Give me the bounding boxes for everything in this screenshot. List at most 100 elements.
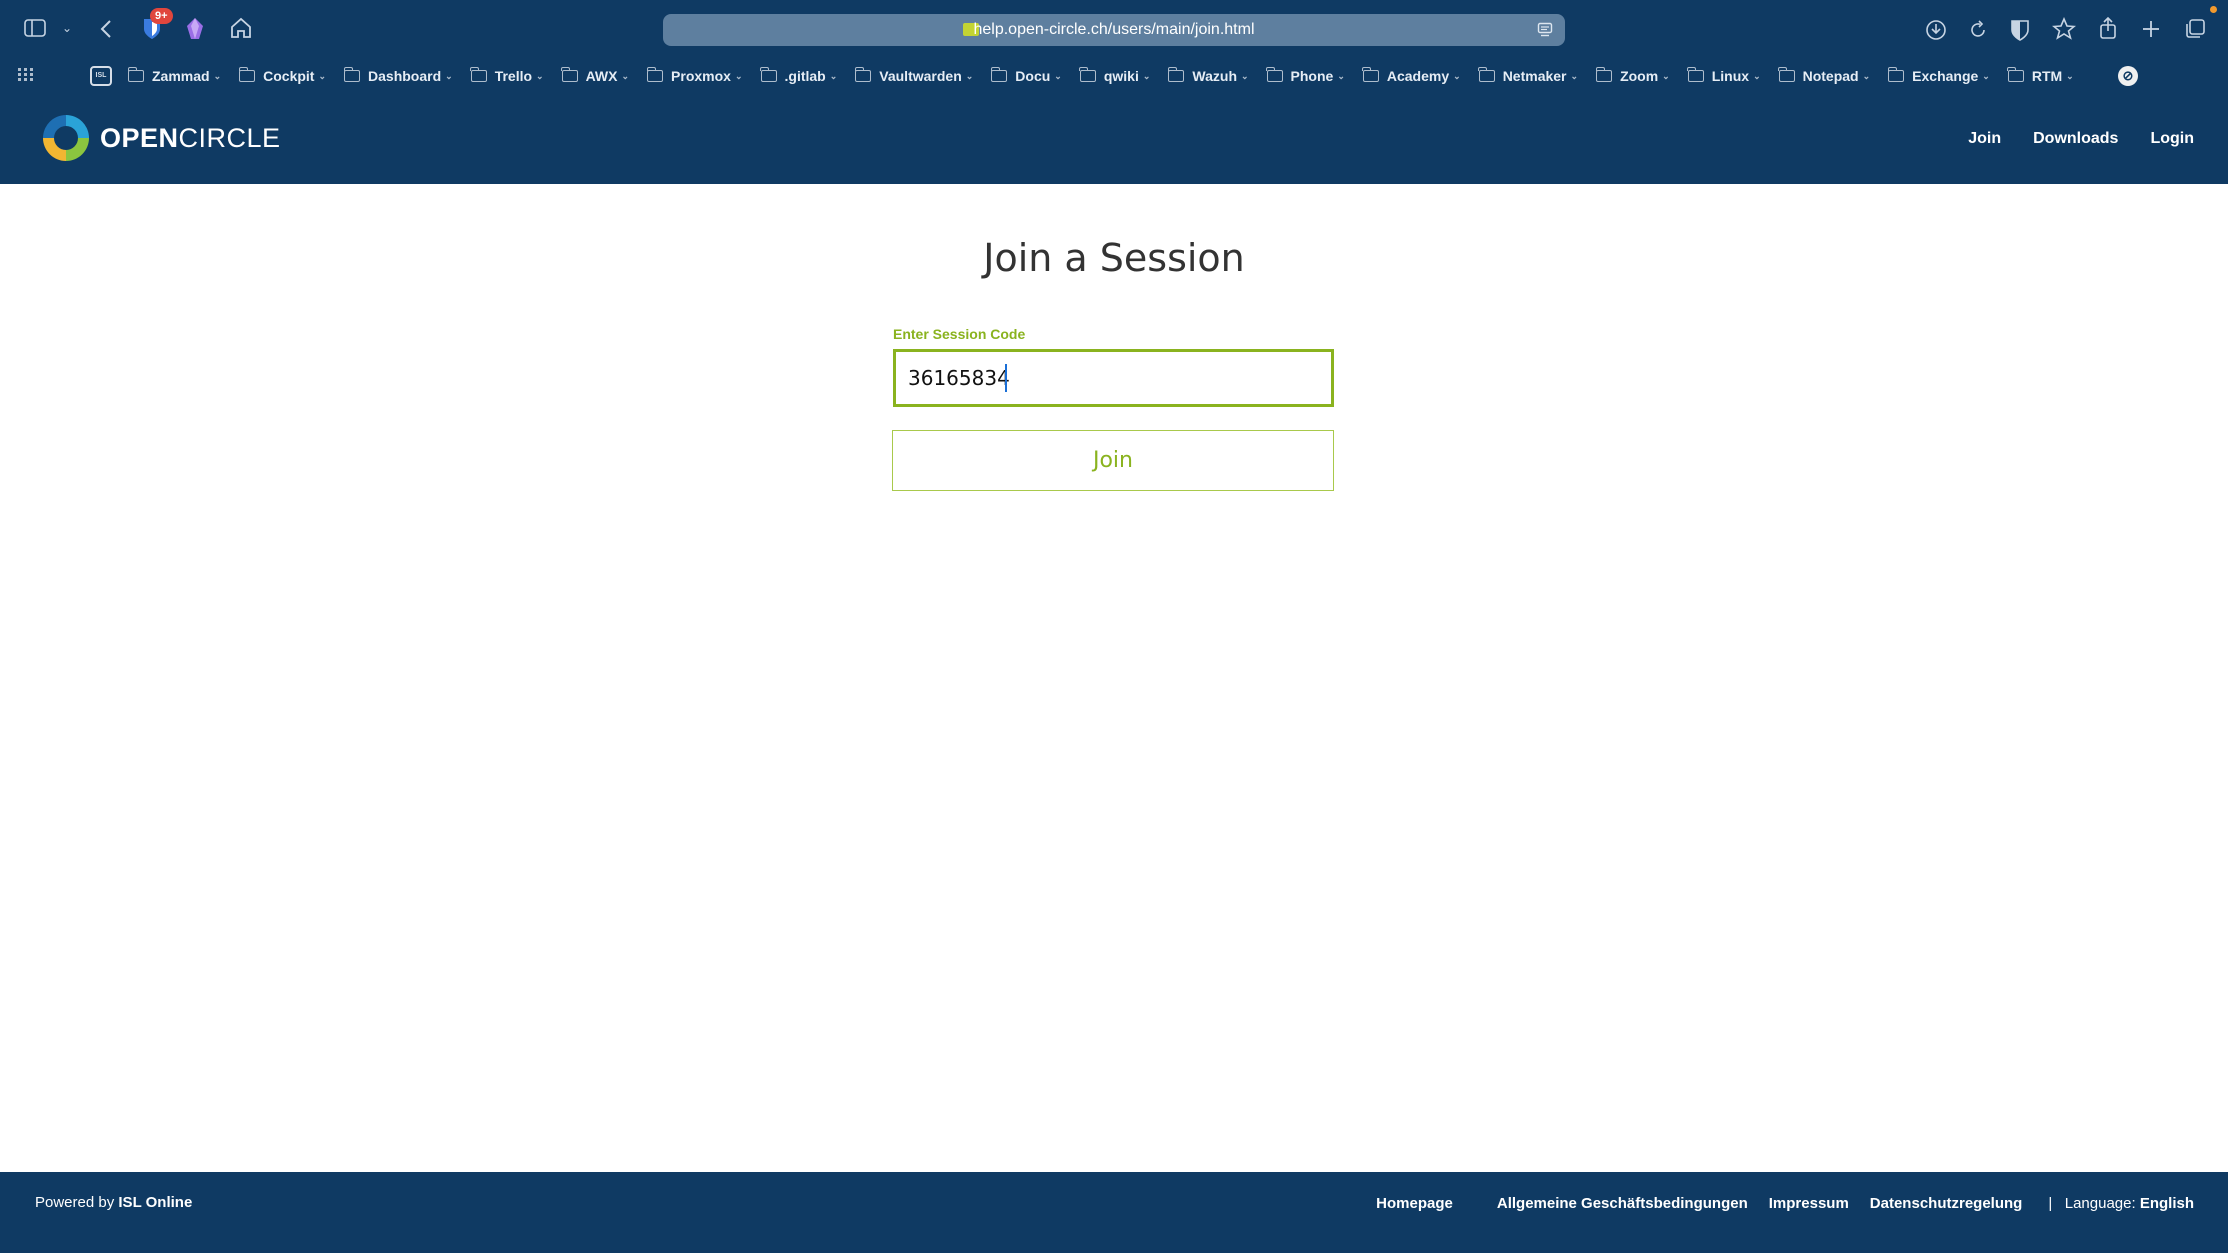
bookmark-folder[interactable]: Zoom ⌄ xyxy=(1595,67,1670,84)
download-icon[interactable] xyxy=(1925,19,1947,41)
chevron-down-icon: ⌄ xyxy=(1753,70,1761,81)
footer-links: Homepage Allgemeine Geschäftsbedingungen… xyxy=(1355,1172,2194,1234)
chevron-down-icon: ⌄ xyxy=(1982,70,1990,81)
bookmark-folder[interactable]: Cockpit ⌄ xyxy=(238,67,326,84)
chevron-down-icon[interactable]: ⌄ xyxy=(62,22,72,34)
tab-overview-icon[interactable] xyxy=(2184,18,2206,40)
bookmark-folder[interactable]: .gitlab ⌄ xyxy=(760,67,838,84)
reader-mode-icon[interactable] xyxy=(1537,22,1553,43)
bookmark-label: Linux xyxy=(1711,68,1750,84)
bookmark-label: Proxmox xyxy=(671,68,731,84)
apps-grid-icon[interactable] xyxy=(18,68,34,82)
logo-text: OPENCIRCLE xyxy=(100,123,281,154)
isl-bookmark-icon[interactable]: ISL xyxy=(90,66,112,86)
folder-icon xyxy=(2007,67,2024,82)
update-dot-icon xyxy=(2210,6,2217,13)
browser-toolbar: ⌄ 9+ help.open-circle.ch/users/main/join… xyxy=(0,0,2228,58)
folder-icon xyxy=(1167,67,1185,82)
chevron-down-icon: ⌄ xyxy=(1662,70,1670,81)
chevron-down-icon: ⌄ xyxy=(1054,70,1062,81)
bookmark-folder[interactable]: Docu ⌄ xyxy=(990,67,1062,84)
bookmark-folder[interactable]: Notepad ⌄ xyxy=(1778,67,1871,84)
chevron-down-icon: ⌄ xyxy=(1570,70,1579,81)
sidebar-toggle-icon[interactable] xyxy=(24,19,46,37)
folder-icon xyxy=(990,67,1008,82)
compass-bookmark-icon[interactable]: ⊘ xyxy=(2118,66,2138,86)
bookmark-folder[interactable]: Netmaker ⌄ xyxy=(1478,67,1579,84)
bookmark-folder[interactable]: Linux ⌄ xyxy=(1687,67,1761,84)
address-bar[interactable]: help.open-circle.ch/users/main/join.html xyxy=(663,14,1565,46)
bookmark-folder[interactable]: Trello ⌄ xyxy=(470,67,544,84)
url-text[interactable]: help.open-circle.ch/users/main/join.html xyxy=(663,14,1565,46)
chevron-down-icon: ⌄ xyxy=(1241,70,1249,81)
new-tab-plus-icon[interactable] xyxy=(2141,19,2161,39)
footer-imprint-link[interactable]: Impressum xyxy=(1769,1195,1849,1212)
bookmark-label: Zoom xyxy=(1620,68,1659,84)
bookmark-folder[interactable]: Zammad ⌄ xyxy=(127,67,222,84)
bookmark-folder[interactable]: RTM ⌄ xyxy=(2007,67,2074,84)
language-value[interactable]: English xyxy=(2140,1195,2194,1212)
chevron-down-icon: ⌄ xyxy=(734,70,743,81)
chevron-down-icon: ⌄ xyxy=(445,70,453,81)
folder-icon xyxy=(646,67,664,82)
bookmark-folder[interactable]: Dashboard ⌄ xyxy=(343,67,453,84)
bookmark-label: .gitlab xyxy=(784,68,826,84)
chevron-down-icon: ⌄ xyxy=(213,70,222,81)
bookmark-folder[interactable]: Exchange ⌄ xyxy=(1887,67,1990,84)
bookmark-folder[interactable]: qwiki ⌄ xyxy=(1079,67,1150,84)
powered-by-brand[interactable]: ISL Online xyxy=(118,1194,192,1211)
nav-downloads-link[interactable]: Downloads xyxy=(2033,130,2118,148)
page-title: Join a Session xyxy=(983,236,1245,280)
bookmark-label: Wazuh xyxy=(1192,68,1237,84)
share-icon[interactable] xyxy=(2098,16,2118,40)
bookmark-label: Notepad xyxy=(1802,68,1859,84)
bookmark-label: Academy xyxy=(1386,68,1450,84)
join-button[interactable]: Join xyxy=(892,430,1334,491)
powered-by: Powered by ISL Online xyxy=(35,1172,192,1234)
folder-icon xyxy=(127,67,144,82)
footer-privacy-link[interactable]: Datenschutzregelung xyxy=(1870,1195,2023,1212)
bookmark-folder[interactable]: Vaultwarden ⌄ xyxy=(854,67,973,84)
bookmark-label: qwiki xyxy=(1103,68,1139,84)
chevron-down-icon: ⌄ xyxy=(1862,70,1871,81)
folder-icon xyxy=(1778,67,1795,82)
powered-by-prefix: Powered by xyxy=(35,1194,115,1211)
chevron-down-icon: ⌄ xyxy=(536,70,544,81)
footer-homepage-link[interactable]: Homepage xyxy=(1376,1195,1453,1212)
privacy-shield-icon[interactable] xyxy=(2010,18,2030,42)
bookmark-list: Zammad ⌄ Cockpit ⌄ Dashboard ⌄ Trello ⌄ AWX ⌄ Prox… xyxy=(127,58,2092,94)
bookmark-label: Vaultwarden xyxy=(879,68,962,84)
folder-icon xyxy=(1478,67,1495,82)
opencircle-logo-icon xyxy=(42,114,90,162)
chevron-down-icon: ⌄ xyxy=(829,70,838,81)
bookmark-folder[interactable]: Academy ⌄ xyxy=(1362,67,1461,84)
bookmark-label: Trello xyxy=(494,68,533,84)
bookmark-folder[interactable]: Wazuh ⌄ xyxy=(1167,67,1249,84)
logo-text-light: CIRCLE xyxy=(178,122,281,153)
bookmark-label: Netmaker xyxy=(1502,68,1567,84)
footer-terms-link[interactable]: Allgemeine Geschäftsbedingungen xyxy=(1497,1195,1748,1212)
home-icon[interactable] xyxy=(229,17,253,39)
star-bookmark-icon[interactable] xyxy=(2052,17,2076,41)
main-nav: Join Downloads Login xyxy=(1936,94,2194,184)
site-header: OPENCIRCLE Join Downloads Login xyxy=(0,94,2228,184)
extension-crystal-icon[interactable] xyxy=(185,17,205,41)
back-arrow-icon[interactable] xyxy=(99,18,113,40)
bookmark-folder[interactable]: Phone ⌄ xyxy=(1266,67,1345,84)
session-code-input[interactable] xyxy=(893,349,1334,407)
bookmark-label: Phone xyxy=(1290,68,1334,84)
bookmark-folder[interactable]: AWX ⌄ xyxy=(561,67,629,84)
language-label: Language: xyxy=(2064,1194,2136,1212)
folder-icon xyxy=(1266,67,1283,82)
reload-icon[interactable] xyxy=(1968,19,1988,41)
bookmark-label: AWX xyxy=(585,68,618,84)
nav-join-link[interactable]: Join xyxy=(1968,130,2001,148)
language-selector[interactable]: | Language: English xyxy=(2048,1195,2194,1212)
bookmark-folder[interactable]: Proxmox ⌄ xyxy=(646,67,743,84)
footer-separator: | xyxy=(2048,1194,2053,1212)
chevron-down-icon: ⌄ xyxy=(1337,70,1345,81)
bookmark-label: Cockpit xyxy=(263,68,315,84)
opencircle-logo[interactable]: OPENCIRCLE xyxy=(40,112,281,164)
folder-icon xyxy=(1887,67,1905,82)
nav-login-link[interactable]: Login xyxy=(2150,130,2194,148)
